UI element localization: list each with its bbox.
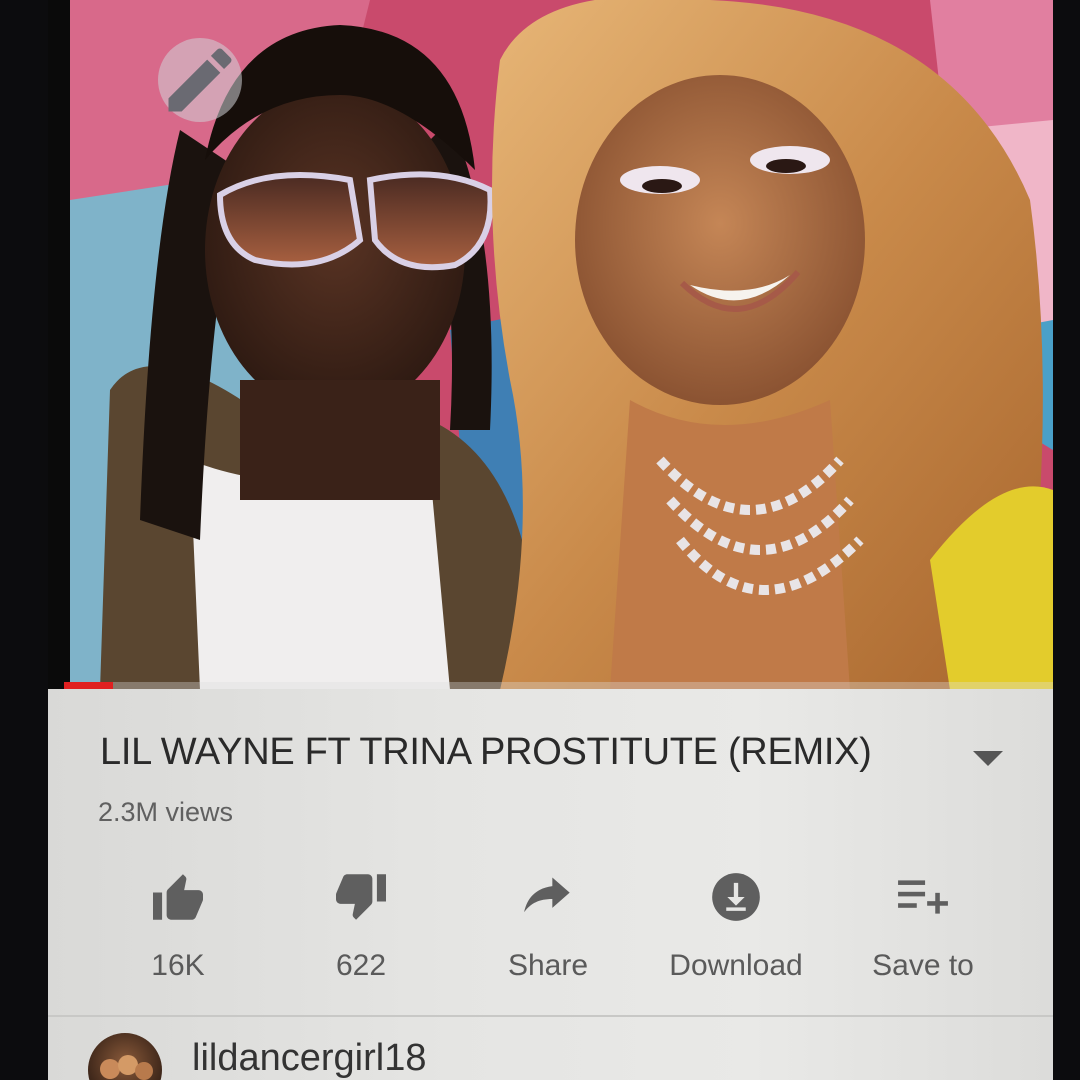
- view-count: 2.3M views: [98, 797, 234, 827]
- share-icon: [524, 877, 570, 913]
- playlist-add-icon: [898, 880, 948, 914]
- dislike-button[interactable]: 622: [276, 867, 446, 983]
- avatar-image: [100, 1055, 153, 1080]
- save-to-button[interactable]: Save to: [838, 867, 1008, 983]
- thumbs-down-icon: [336, 874, 386, 920]
- thumbs-up-icon: [153, 874, 203, 920]
- channel-name[interactable]: lildancergirl18: [192, 1037, 426, 1080]
- video-info-panel: LIL WAYNE FT TRINA PROSTITUTE (REMIX) 2.…: [48, 689, 1053, 1080]
- like-button[interactable]: 16K: [93, 867, 263, 983]
- dislike-count: 622: [335, 949, 387, 982]
- download-button[interactable]: Download: [651, 867, 821, 983]
- save-to-label: Save to: [872, 949, 974, 982]
- phone-screen: LIL WAYNE FT TRINA PROSTITUTE (REMIX) 2.…: [48, 0, 1053, 1080]
- video-progress-fill: [64, 682, 114, 689]
- download-icon: [712, 873, 760, 921]
- video-title[interactable]: LIL WAYNE FT TRINA PROSTITUTE (REMIX): [100, 731, 960, 774]
- video-player[interactable]: [70, 0, 1053, 690]
- share-button[interactable]: Share: [463, 867, 633, 983]
- channel-avatar[interactable]: [88, 1033, 162, 1080]
- caret-down-icon[interactable]: [973, 751, 1003, 766]
- video-progress-bar[interactable]: [64, 682, 1053, 689]
- edit-button[interactable]: [158, 38, 242, 122]
- pencil-icon: [168, 48, 232, 112]
- divider: [48, 1015, 1053, 1017]
- download-label: Download: [669, 949, 803, 982]
- like-count: 16K: [151, 949, 205, 982]
- share-label: Share: [507, 949, 589, 982]
